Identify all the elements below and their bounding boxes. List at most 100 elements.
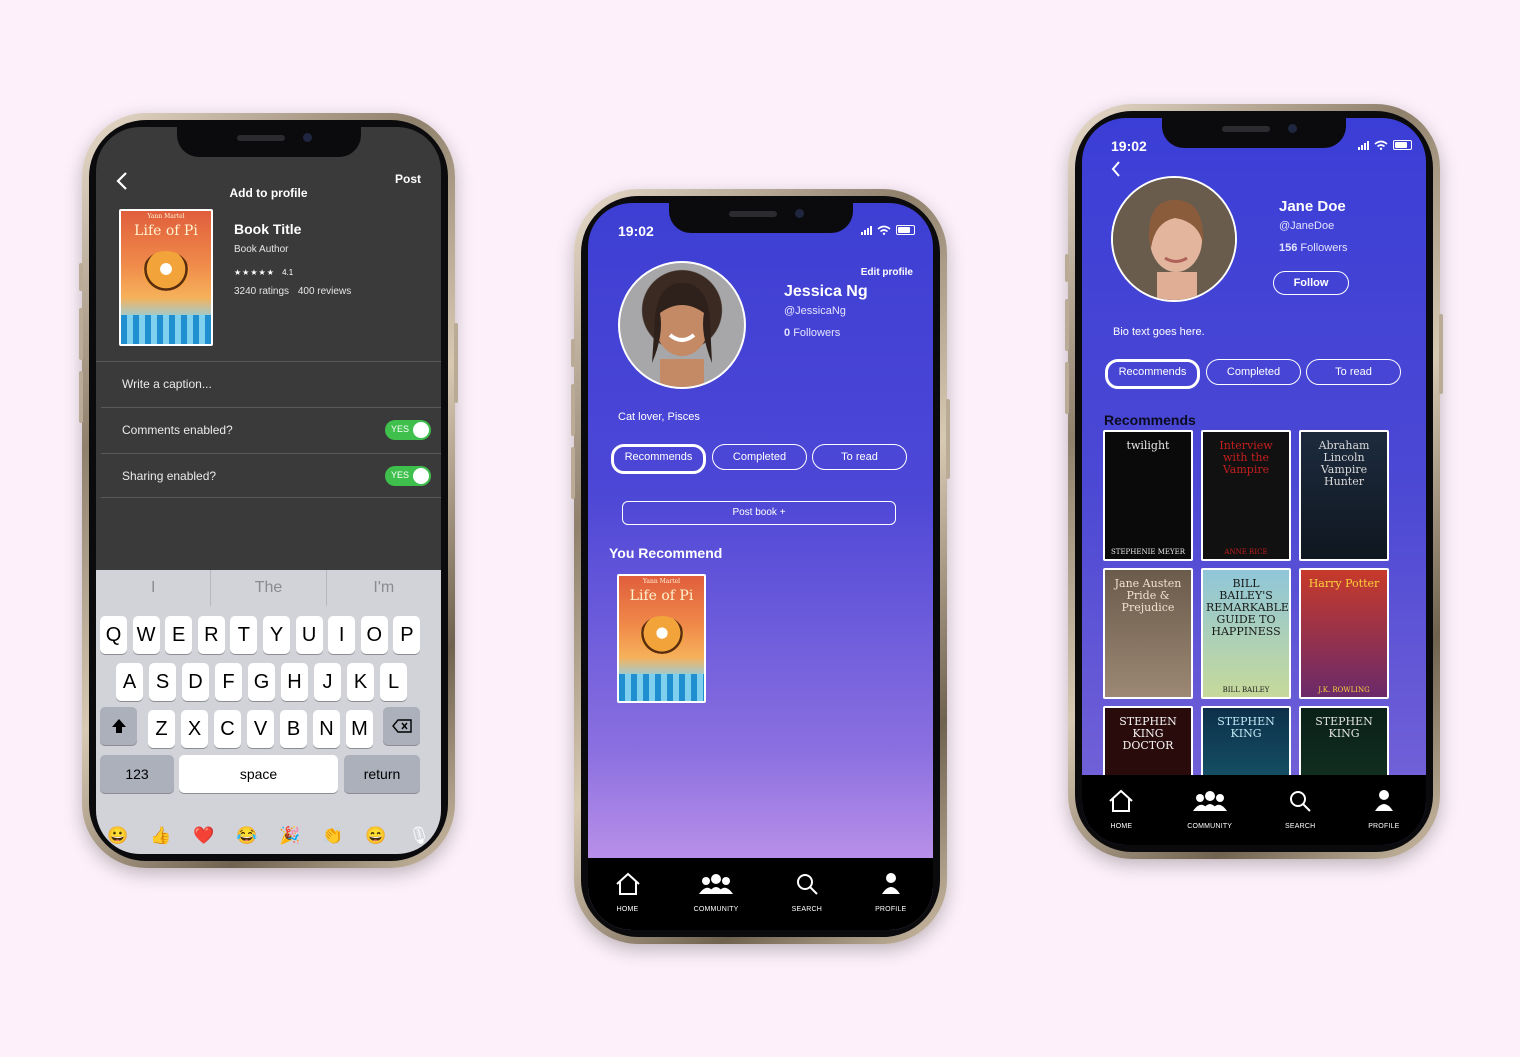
- community-icon: [1192, 789, 1227, 815]
- follow-button[interactable]: Follow: [1273, 271, 1349, 295]
- emoji-key[interactable]: 🎙: [408, 826, 430, 846]
- emoji-bar: 😀 👍 ❤️ 😂 🎉 👏 😄 🎙: [96, 818, 441, 854]
- bottom-nav: HOME COMMUNITY SEARCH PROFILE: [1082, 775, 1426, 845]
- nav-community[interactable]: COMMUNITY: [1187, 789, 1232, 845]
- book-cover[interactable]: twilight STEPHENIE MEYER: [1103, 430, 1193, 561]
- tab-to-read[interactable]: To read: [812, 444, 907, 470]
- sharing-toggle[interactable]: YES: [385, 465, 431, 486]
- tab-recommends[interactable]: Recommends: [611, 444, 706, 474]
- key-o[interactable]: O: [360, 616, 388, 654]
- numbers-key[interactable]: 123: [100, 755, 174, 793]
- emoji-key[interactable]: 😀: [107, 826, 128, 846]
- key-j[interactable]: J: [314, 663, 341, 701]
- suggestion[interactable]: The: [211, 570, 327, 606]
- emoji-key[interactable]: 😂: [236, 826, 257, 846]
- nav-search[interactable]: SEARCH: [792, 872, 822, 930]
- profile-icon: [880, 872, 902, 898]
- book-cover[interactable]: BILL BAILEY'S REMARKABLE GUIDE TO HAPPIN…: [1201, 568, 1291, 699]
- followers-label: Followers: [1300, 242, 1348, 254]
- edit-profile-button[interactable]: Edit profile: [861, 267, 913, 278]
- key-s[interactable]: S: [149, 663, 176, 701]
- phone-other-profile: 19:02 Jane Doe @JaneDoe 156 Followers Fo…: [1065, 104, 1443, 859]
- key-c[interactable]: C: [214, 710, 241, 748]
- backspace-key[interactable]: [383, 707, 420, 745]
- nav-home[interactable]: HOME: [615, 872, 641, 930]
- key-m[interactable]: M: [346, 710, 373, 748]
- bio: Cat lover, Pisces: [618, 411, 700, 423]
- emoji-key[interactable]: 🎉: [279, 826, 300, 846]
- section-title: Recommends: [1104, 412, 1196, 428]
- nav-community[interactable]: COMMUNITY: [694, 872, 739, 930]
- profile-handle: @JaneDoe: [1279, 220, 1335, 232]
- key-f[interactable]: F: [215, 663, 242, 701]
- tab-completed[interactable]: Completed: [1206, 359, 1301, 385]
- emoji-key[interactable]: ❤️: [193, 826, 214, 846]
- key-t[interactable]: T: [230, 616, 258, 654]
- nav-label: COMMUNITY: [693, 906, 739, 913]
- key-y[interactable]: Y: [263, 616, 290, 654]
- chevron-left-icon[interactable]: [1111, 160, 1121, 183]
- key-i[interactable]: I: [328, 616, 356, 654]
- section-title: You Recommend: [609, 545, 723, 561]
- profile-handle: @JessicaNg: [784, 305, 846, 317]
- nav-profile[interactable]: PROFILE: [875, 872, 906, 930]
- key-b[interactable]: B: [280, 710, 307, 748]
- nav-home[interactable]: HOME: [1108, 789, 1134, 845]
- nav-label: SEARCH: [791, 906, 822, 913]
- return-key[interactable]: return: [344, 755, 420, 793]
- emoji-key[interactable]: 👍: [150, 826, 171, 846]
- emoji-key[interactable]: 😄: [365, 826, 386, 846]
- shift-key[interactable]: [100, 707, 137, 745]
- book-author: ANNE RICE: [1224, 548, 1268, 556]
- key-x[interactable]: X: [181, 710, 208, 748]
- bottom-nav: HOME COMMUNITY SEARCH PROFILE: [588, 858, 933, 930]
- tab-to-read[interactable]: To read: [1306, 359, 1401, 385]
- key-h[interactable]: H: [281, 663, 308, 701]
- space-key[interactable]: space: [179, 755, 338, 793]
- nav-profile[interactable]: PROFILE: [1368, 789, 1399, 845]
- post-button[interactable]: Post: [395, 172, 421, 186]
- suggestion[interactable]: I'm: [327, 570, 441, 606]
- book-title: Harry Potter: [1308, 577, 1380, 590]
- key-w[interactable]: W: [132, 616, 160, 654]
- key-u[interactable]: U: [295, 616, 323, 654]
- book-cover[interactable]: Harry Potter J.K. ROWLING: [1299, 568, 1389, 699]
- rating-value: 4.1: [282, 268, 294, 277]
- tab-recommends[interactable]: Recommends: [1105, 359, 1200, 389]
- book-author: J.K. ROWLING: [1318, 686, 1370, 694]
- book-title: STEPHEN KING DOCTOR: [1119, 715, 1177, 752]
- book-cover[interactable]: Abraham Lincoln Vampire Hunter: [1299, 430, 1389, 561]
- key-g[interactable]: G: [248, 663, 275, 701]
- book-cover[interactable]: Interview with the Vampire ANNE RICE: [1201, 430, 1291, 561]
- search-icon: [1288, 789, 1312, 815]
- key-d[interactable]: D: [182, 663, 209, 701]
- tab-completed[interactable]: Completed: [712, 444, 807, 470]
- wifi-icon: [877, 225, 891, 235]
- key-r[interactable]: R: [197, 616, 225, 654]
- comments-toggle[interactable]: YES: [385, 420, 431, 440]
- key-a[interactable]: A: [116, 663, 143, 701]
- suggestion[interactable]: I: [96, 570, 212, 606]
- recommended-book[interactable]: Yann Martel Life of Pi: [617, 574, 706, 703]
- key-k[interactable]: K: [347, 663, 374, 701]
- caption-input[interactable]: Write a caption...: [96, 361, 441, 406]
- key-z[interactable]: Z: [148, 710, 175, 748]
- key-n[interactable]: N: [313, 710, 340, 748]
- emoji-key[interactable]: 👏: [322, 826, 343, 846]
- nav-search[interactable]: SEARCH: [1285, 789, 1315, 845]
- profile-name: Jane Doe: [1279, 198, 1346, 215]
- reviews-count: 400 reviews: [297, 286, 352, 297]
- key-v[interactable]: V: [247, 710, 274, 748]
- key-p[interactable]: P: [393, 616, 421, 654]
- book-cover[interactable]: Jane Austen Pride & Prejudice: [1103, 568, 1193, 699]
- phone-my-profile: 19:02 Edit profile Jessica Ng @JessicaNg…: [571, 189, 950, 944]
- star-icons: ★★★★★: [234, 268, 275, 277]
- key-e[interactable]: E: [165, 616, 193, 654]
- screen-my-profile: 19:02 Edit profile Jessica Ng @JessicaNg…: [588, 203, 933, 930]
- nav-label: PROFILE: [875, 906, 907, 913]
- key-l[interactable]: L: [380, 663, 407, 701]
- bio: Bio text goes here.: [1113, 326, 1205, 338]
- wifi-icon: [1374, 140, 1388, 150]
- post-book-button[interactable]: Post book +: [622, 501, 896, 525]
- key-q[interactable]: Q: [100, 616, 127, 654]
